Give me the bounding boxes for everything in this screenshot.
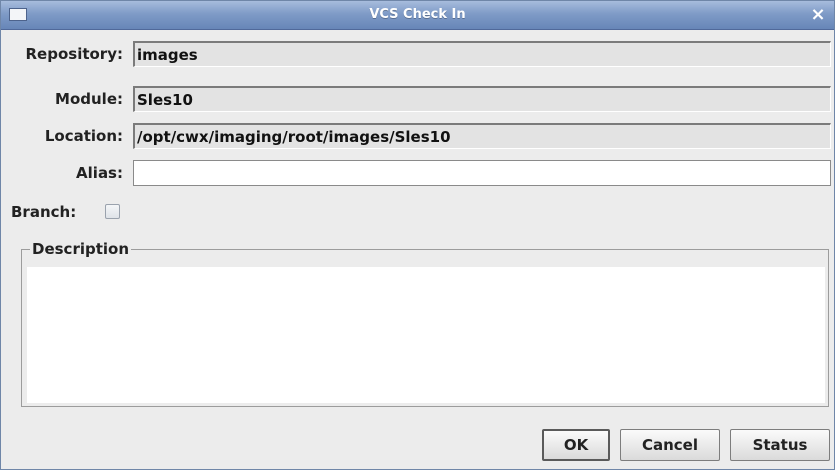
module-field[interactable]: Sles10 [133, 86, 831, 112]
description-legend: Description [30, 239, 132, 259]
alias-input[interactable] [133, 160, 831, 186]
window-title: VCS Check In [369, 7, 466, 22]
repository-label: Repository: [25, 45, 124, 63]
title-bar[interactable]: VCS Check In × [1, 1, 834, 30]
location-label: Location: [44, 127, 123, 145]
cancel-button[interactable]: Cancel [620, 429, 720, 461]
close-icon[interactable]: × [806, 3, 830, 27]
repository-field[interactable]: images [133, 41, 831, 67]
vcs-check-in-dialog: VCS Check In × Repository: images Module… [0, 0, 835, 470]
branch-checkbox[interactable] [105, 204, 120, 219]
location-field[interactable]: /opt/cwx/imaging/root/images/Sles10 [133, 123, 831, 149]
branch-label: Branch: [11, 203, 77, 221]
description-textarea[interactable] [27, 267, 825, 403]
ok-button[interactable]: OK [542, 429, 610, 461]
module-label: Module: [55, 90, 123, 108]
alias-label: Alias: [76, 164, 123, 182]
status-button[interactable]: Status [730, 429, 830, 461]
